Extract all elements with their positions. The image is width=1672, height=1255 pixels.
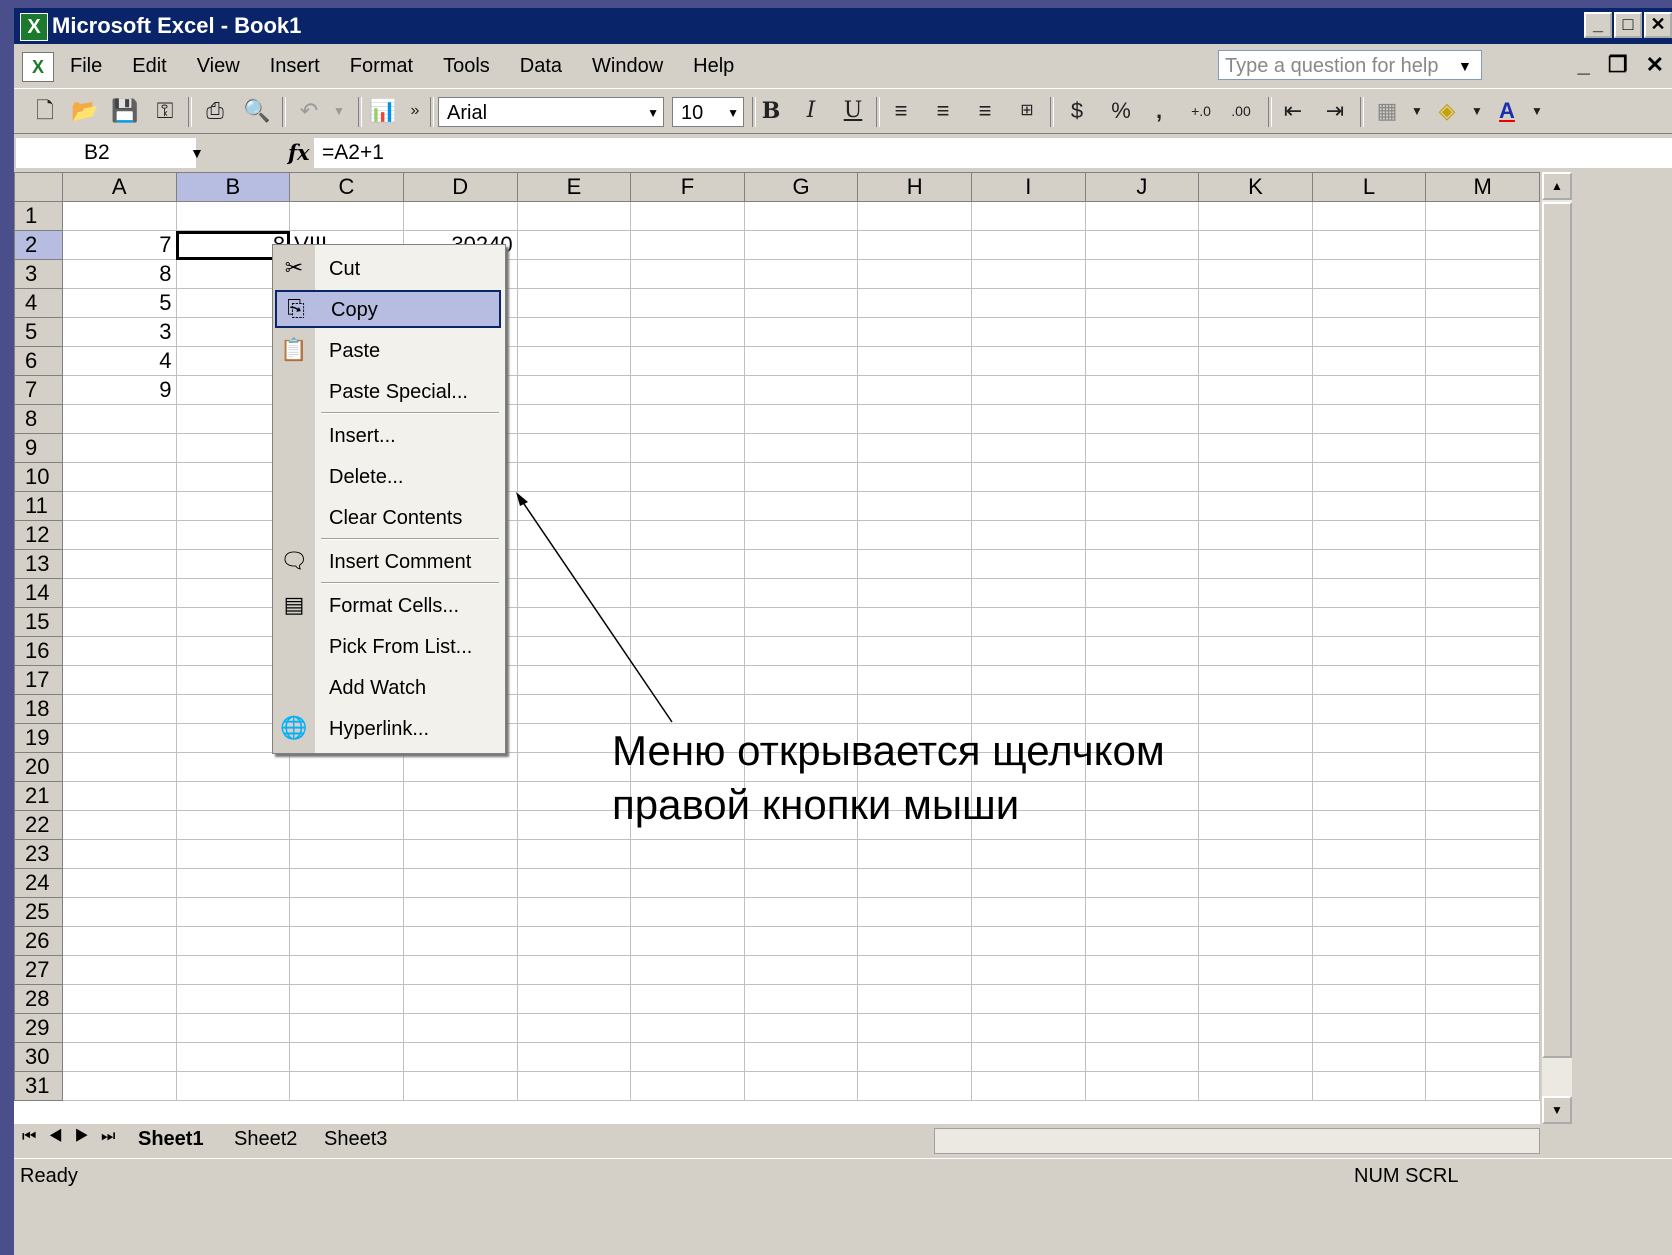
annotation-line-1: Меню открывается щелчком (612, 727, 1165, 774)
annotation-text: Меню открывается щелчком правой кнопки м… (612, 724, 1312, 832)
annotation-arrow (516, 492, 673, 723)
annotation-line-2: правой кнопки мыши (612, 781, 1020, 828)
